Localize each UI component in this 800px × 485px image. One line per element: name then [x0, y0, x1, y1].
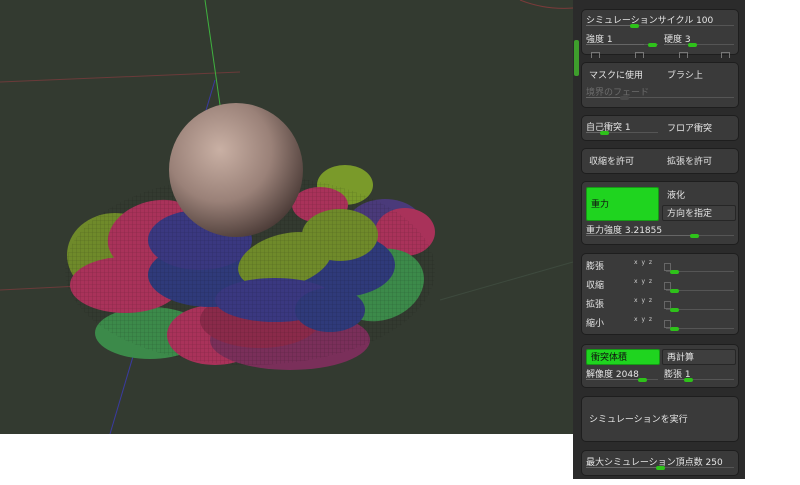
- xyz-axis-toggle[interactable]: x y z: [634, 316, 653, 328]
- liquefy-button[interactable]: 液化: [662, 187, 736, 203]
- deform-group: 膨張 x y z 収縮 x y z 拡張 x y z 縮小 x y z: [581, 253, 739, 335]
- slider-knob[interactable]: [670, 270, 679, 274]
- slider-knob[interactable]: [688, 43, 697, 47]
- max-vertices-slider[interactable]: 最大シミュレーション頂点数 250: [582, 455, 738, 471]
- slider-knob[interactable]: [630, 24, 639, 28]
- strength-slider[interactable]: 強度 1: [582, 32, 662, 48]
- shrink-label: 収縮: [586, 281, 605, 291]
- inflate-volume-slider[interactable]: 膨張 1: [660, 367, 738, 383]
- border-fade-slider[interactable]: 境界のフェード: [582, 85, 738, 101]
- slider-knob[interactable]: [638, 378, 647, 382]
- shrink-row[interactable]: 収縮 x y z: [582, 278, 738, 294]
- allow-shrink-button[interactable]: 収縮を許可: [584, 153, 660, 169]
- simulation-panel: シミュレーションサイクル 100 強度 1 硬度 3 マスクに使用 ブラシ上 境…: [573, 0, 745, 479]
- contract-row[interactable]: 縮小 x y z: [582, 316, 738, 332]
- recalculate-button[interactable]: 再計算: [662, 349, 736, 365]
- simulation-settings-group: シミュレーションサイクル 100 強度 1 硬度 3: [581, 9, 739, 55]
- collision-volume-group: 衝突体積 再計算 解像度 2048 膨張 1: [581, 344, 739, 388]
- gravity-strength-slider[interactable]: 重力強度 3.21855: [582, 223, 738, 239]
- slider-knob[interactable]: [600, 131, 609, 135]
- run-simulation-group: シミュレーションを実行: [581, 396, 739, 442]
- slider-knob[interactable]: [690, 234, 699, 238]
- resolution-slider[interactable]: 解像度 2048: [582, 367, 662, 383]
- grid-axis-x: [0, 71, 241, 83]
- xyz-axis-toggle[interactable]: x y z: [634, 278, 653, 290]
- inflate-label: 膨張: [586, 262, 605, 272]
- tab-icon[interactable]: [635, 52, 644, 58]
- floor-collision-button[interactable]: フロア衝突: [662, 120, 736, 136]
- max-vertices-group: 最大シミュレーション頂点数 250: [581, 450, 739, 476]
- xyz-axis-toggle[interactable]: x y z: [634, 259, 653, 271]
- slider-knob[interactable]: [656, 466, 665, 470]
- viewport-scene: [0, 0, 573, 434]
- 3d-viewport[interactable]: [0, 0, 573, 434]
- expand-row[interactable]: 拡張 x y z: [582, 297, 738, 313]
- slider-knob[interactable]: [620, 96, 629, 100]
- hardness-slider[interactable]: 硬度 3: [660, 32, 738, 48]
- self-collision-slider[interactable]: 自己衝突 1: [582, 120, 662, 136]
- tab-icon[interactable]: [591, 52, 600, 58]
- collision-group: 自己衝突 1 フロア衝突: [581, 115, 739, 141]
- slider-knob[interactable]: [684, 378, 693, 382]
- slider-knob[interactable]: [670, 289, 679, 293]
- use-mask-button[interactable]: マスクに使用: [584, 67, 660, 83]
- collision-volume-button[interactable]: 衝突体積: [586, 349, 660, 365]
- run-simulation-button[interactable]: シミュレーションを実行: [584, 411, 736, 427]
- slider-knob[interactable]: [670, 327, 679, 331]
- brush-on-button[interactable]: ブラシ上: [662, 67, 736, 83]
- mask-group: マスクに使用 ブラシ上 境界のフェード: [581, 62, 739, 108]
- contract-label: 縮小: [586, 319, 605, 329]
- tab-icon[interactable]: [679, 52, 688, 58]
- tab-icons-strip: [587, 52, 737, 60]
- border-fade-label: 境界のフェード: [586, 88, 650, 98]
- set-direction-button[interactable]: 方向を指定: [662, 205, 736, 221]
- shrink-expand-group: 収縮を許可 拡張を許可: [581, 148, 739, 174]
- gravity-button[interactable]: 重力: [586, 187, 659, 221]
- tab-icon[interactable]: [721, 52, 730, 58]
- expand-label: 拡張: [586, 300, 605, 310]
- inflate-row[interactable]: 膨張 x y z: [582, 259, 738, 275]
- slider-knob[interactable]: [670, 308, 679, 312]
- panel-scrollbar[interactable]: [574, 40, 579, 76]
- simulation-cycles-slider[interactable]: シミュレーションサイクル 100: [582, 13, 738, 29]
- slider-knob[interactable]: [648, 43, 657, 47]
- sphere-mesh: [169, 103, 303, 237]
- allow-expand-button[interactable]: 拡張を許可: [662, 153, 736, 169]
- xyz-axis-toggle[interactable]: x y z: [634, 297, 653, 309]
- gravity-group: 重力 液化 方向を指定 重力強度 3.21855: [581, 181, 739, 245]
